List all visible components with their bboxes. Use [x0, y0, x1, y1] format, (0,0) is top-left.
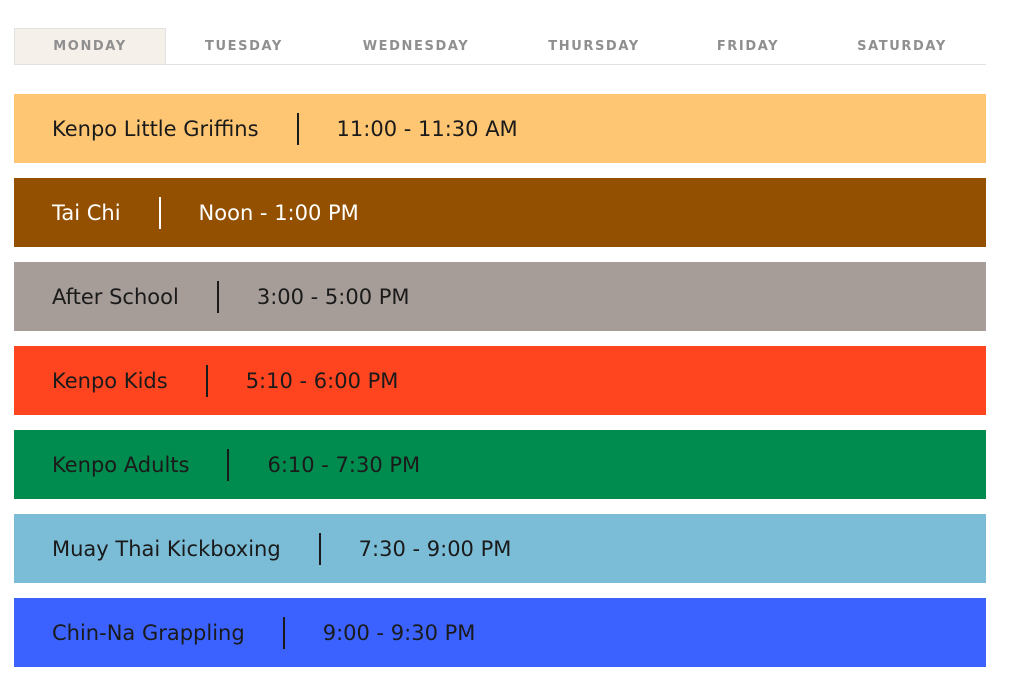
day-tabs: MONDAY TUESDAY WEDNESDAY THURSDAY FRIDAY… — [14, 28, 986, 65]
divider — [318, 532, 321, 565]
tab-friday[interactable]: FRIDAY — [678, 28, 818, 64]
class-name: After School — [52, 284, 179, 309]
tab-saturday[interactable]: SATURDAY — [818, 28, 986, 64]
class-name: Muay Thai Kickboxing — [52, 536, 281, 561]
divider — [282, 616, 285, 649]
class-name: Tai Chi — [52, 200, 121, 225]
class-time: 11:00 - 11:30 AM — [336, 116, 518, 141]
class-row: Muay Thai Kickboxing 7:30 - 9:00 PM — [14, 514, 986, 583]
divider — [296, 112, 299, 145]
class-time: 6:10 - 7:30 PM — [267, 452, 421, 477]
divider — [216, 280, 219, 313]
tab-wednesday[interactable]: WEDNESDAY — [322, 28, 510, 64]
divider — [158, 196, 161, 229]
class-time: 5:10 - 6:00 PM — [245, 368, 399, 393]
class-name: Kenpo Adults — [52, 452, 190, 477]
class-name: Kenpo Kids — [52, 368, 168, 393]
tab-thursday[interactable]: THURSDAY — [510, 28, 678, 64]
class-time: 7:30 - 9:00 PM — [358, 536, 512, 561]
class-name: Kenpo Little Griffins — [52, 116, 259, 141]
class-row: Chin-Na Grappling 9:00 - 9:30 PM — [14, 598, 986, 667]
tab-tuesday[interactable]: TUESDAY — [166, 28, 322, 64]
class-schedule: Kenpo Little Griffins 11:00 - 11:30 AM Ta… — [14, 94, 986, 682]
tab-monday[interactable]: MONDAY — [14, 28, 166, 64]
class-time: Noon - 1:00 PM — [198, 200, 359, 225]
divider — [227, 448, 230, 481]
class-time: 9:00 - 9:30 PM — [322, 620, 476, 645]
class-row: After School 3:00 - 5:00 PM — [14, 262, 986, 331]
divider — [205, 364, 208, 397]
class-row: Tai Chi Noon - 1:00 PM — [14, 178, 986, 247]
class-time: 3:00 - 5:00 PM — [256, 284, 410, 309]
class-row: Kenpo Kids 5:10 - 6:00 PM — [14, 346, 986, 415]
class-row: Kenpo Adults 6:10 - 7:30 PM — [14, 430, 986, 499]
class-name: Chin-Na Grappling — [52, 620, 245, 645]
class-row: Kenpo Little Griffins 11:00 - 11:30 AM — [14, 94, 986, 163]
